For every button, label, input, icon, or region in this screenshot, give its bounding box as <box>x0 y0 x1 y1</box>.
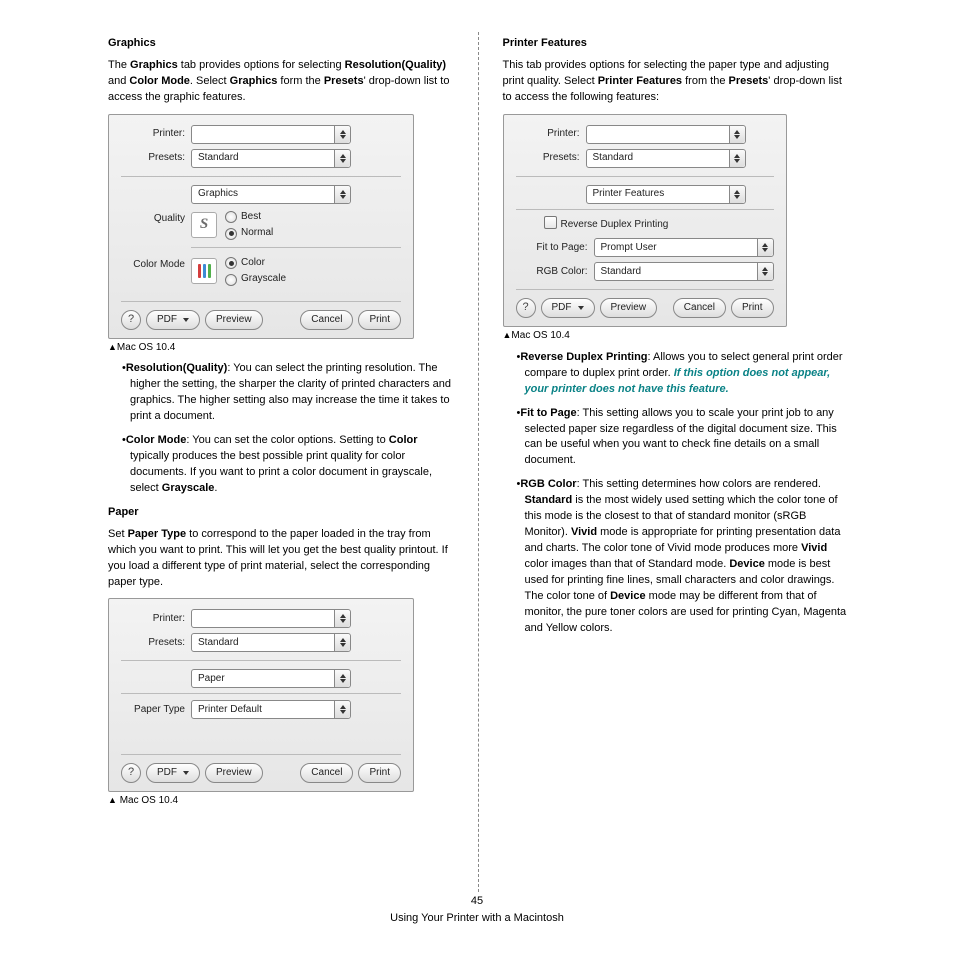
fit-to-page-label: Fit to Page: <box>516 241 594 256</box>
paper-dialog: Printer: Presets: Standard Paper Paper <box>108 598 414 792</box>
stepper-icon <box>757 239 773 256</box>
presets-select[interactable]: Standard <box>586 149 746 168</box>
paper-caption: Mac OS 10.4 <box>108 794 454 809</box>
stepper-icon <box>729 150 745 167</box>
stepper-icon <box>334 701 350 718</box>
radio-icon <box>225 211 237 223</box>
paper-heading: Paper <box>108 505 454 521</box>
page-footer: 45 Using Your Printer with a Macintosh <box>0 893 954 926</box>
preview-button[interactable]: Preview <box>205 310 263 330</box>
help-button[interactable]: ? <box>516 298 536 318</box>
pane-select[interactable]: Printer Features <box>586 185 746 204</box>
rgb-color-select[interactable]: Standard <box>594 262 774 281</box>
printer-select[interactable] <box>586 125 746 144</box>
preview-button[interactable]: Preview <box>205 763 263 783</box>
print-button[interactable]: Print <box>731 298 774 318</box>
reverse-duplex-bullet: Reverse Duplex Printing: Allows you to s… <box>517 350 849 398</box>
print-button[interactable]: Print <box>358 763 401 783</box>
reverse-duplex-checkbox[interactable]: Reverse Duplex Printing <box>516 216 774 233</box>
cancel-button[interactable]: Cancel <box>300 763 353 783</box>
printer-features-dialog: Printer: Presets: Standard Printer Featu… <box>503 114 787 328</box>
graphics-dialog: Printer: Presets: Standard Graphics <box>108 114 414 339</box>
printer-label: Printer: <box>121 612 191 627</box>
colormode-swatch <box>191 258 217 284</box>
cancel-button[interactable]: Cancel <box>300 310 353 330</box>
printer-label: Printer: <box>516 127 586 142</box>
fit-to-page-select[interactable]: Prompt User <box>594 238 774 257</box>
help-button[interactable]: ? <box>121 310 141 330</box>
pane-select[interactable]: Graphics <box>191 185 351 204</box>
radio-icon <box>225 274 237 286</box>
rgb-color-bullet: RGB Color: This setting determines how c… <box>517 477 849 636</box>
preview-button[interactable]: Preview <box>600 298 658 318</box>
quality-normal-radio[interactable]: Normal <box>225 226 273 241</box>
quality-best-radio[interactable]: Best <box>225 210 273 225</box>
quality-label: Quality <box>121 210 191 227</box>
stepper-icon <box>334 634 350 651</box>
help-button[interactable]: ? <box>121 763 141 783</box>
pane-select[interactable]: Paper <box>191 669 351 688</box>
fit-to-page-bullet: Fit to Page: This setting allows you to … <box>517 406 849 470</box>
graphics-caption: Mac OS 10.4 <box>108 341 454 356</box>
quality-swatch: S <box>191 212 217 238</box>
pdf-button[interactable]: PDF <box>541 298 595 318</box>
papertype-select[interactable]: Printer Default <box>191 700 351 719</box>
graphics-paragraph: The Graphics tab provides options for se… <box>108 58 454 106</box>
checkbox-icon <box>544 216 557 229</box>
paper-paragraph: Set Paper Type to correspond to the pape… <box>108 527 454 591</box>
presets-select[interactable]: Standard <box>191 149 351 168</box>
printer-select[interactable] <box>191 125 351 144</box>
radio-icon <box>225 257 237 269</box>
printer-features-heading: Printer Features <box>503 36 849 52</box>
stepper-icon <box>729 186 745 203</box>
printer-features-paragraph: This tab provides options for selecting … <box>503 58 849 106</box>
presets-select[interactable]: Standard <box>191 633 351 652</box>
page-number: 45 <box>0 893 954 910</box>
print-button[interactable]: Print <box>358 310 401 330</box>
graphics-heading: Graphics <box>108 36 454 52</box>
printer-label: Printer: <box>121 127 191 142</box>
presets-label: Presets: <box>121 151 191 166</box>
color-radio[interactable]: Color <box>225 256 286 271</box>
resolution-bullet: Resolution(Quality): You can select the … <box>122 361 454 425</box>
footer-text: Using Your Printer with a Macintosh <box>0 910 954 927</box>
stepper-icon <box>334 610 350 627</box>
radio-icon <box>225 228 237 240</box>
stepper-icon <box>334 126 350 143</box>
stepper-icon <box>334 150 350 167</box>
presets-label: Presets: <box>121 636 191 651</box>
grayscale-radio[interactable]: Grayscale <box>225 272 286 287</box>
rgb-color-label: RGB Color: <box>516 265 594 280</box>
printer-select[interactable] <box>191 609 351 628</box>
presets-label: Presets: <box>516 151 586 166</box>
papertype-label: Paper Type <box>121 703 191 718</box>
stepper-icon <box>729 126 745 143</box>
stepper-icon <box>334 670 350 687</box>
stepper-icon <box>757 263 773 280</box>
pf-caption: Mac OS 10.4 <box>503 329 849 344</box>
pdf-button[interactable]: PDF <box>146 310 200 330</box>
stepper-icon <box>334 186 350 203</box>
colormode-label: Color Mode <box>121 256 191 273</box>
pdf-button[interactable]: PDF <box>146 763 200 783</box>
colormode-bullet: Color Mode: You can set the color option… <box>122 433 454 497</box>
cancel-button[interactable]: Cancel <box>673 298 726 318</box>
